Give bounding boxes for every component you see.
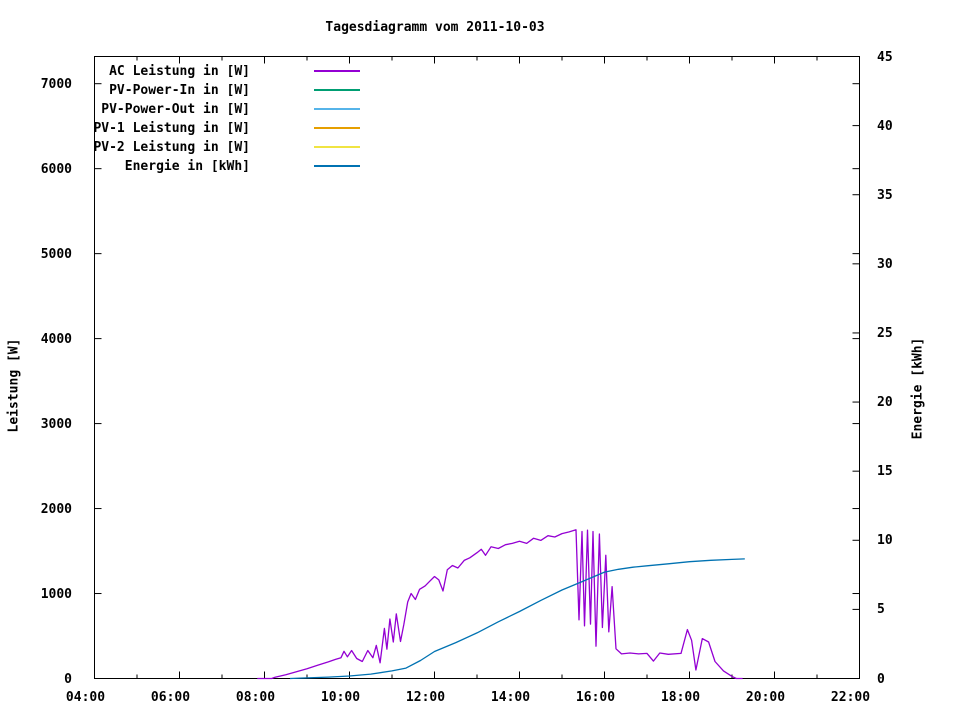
y-right-tick-label: 45 [877,49,893,65]
y-right-tick-label: 30 [877,256,893,272]
x-tick-label: 04:00 [65,690,106,705]
x-tick-label: 18:00 [660,690,701,705]
chart-canvas: Tagesdiagramm vom 2011-10-03 Leistung [W… [0,0,960,720]
y-right-tick-label: 5 [877,602,885,618]
x-tick-label: 14:00 [490,690,531,705]
y-left-tick-label: 7000 [40,76,72,92]
series-energie-in-kwh [289,558,745,680]
legend-item: PV-Power-Out in [W] [0,102,960,121]
y-axis-label-right: Energie [kWh] [910,337,926,440]
x-tick-label: 10:00 [320,690,361,705]
x-tick-label: 22:00 [830,690,871,705]
legend-label: PV-2 Leistung in [W] [93,140,250,155]
y-left-tick-label: 6000 [40,161,72,177]
legend-item: AC Leistung in [W] [0,64,960,83]
x-tick-label: 20:00 [745,690,786,705]
legend-swatch-3-icon [314,108,360,110]
series-ac-leistung-in-w [257,529,743,680]
y-right-tick-label: 20 [877,395,893,411]
legend-item: PV-1 Leistung in [W] [0,121,960,140]
y-left-tick-label: 2000 [40,501,72,517]
y-right-tick-label: 0 [877,671,885,687]
legend-item: PV-2 Leistung in [W] [0,140,960,159]
legend-swatch-6-icon [314,165,360,167]
x-tick-label: 16:00 [575,690,616,705]
y-right-tick-label: 15 [877,464,893,480]
legend-swatch-5-icon [314,146,360,148]
y-right-tick-label: 35 [877,187,893,203]
y-right-tick-label: 25 [877,325,893,341]
chart-title: Tagesdiagramm vom 2011-10-03 [325,20,545,35]
legend-item: PV-Power-In in [W] [0,83,960,102]
y-left-tick-label: 5000 [40,246,72,262]
legend-swatch-1-icon [314,70,360,72]
y-left-tick-label: 1000 [40,586,72,602]
x-tick-label: 06:00 [150,690,191,705]
y-left-tick-label: 4000 [40,331,72,347]
y-right-tick-label: 40 [877,118,893,134]
x-tick-label: 08:00 [235,690,276,705]
legend-label: PV-1 Leistung in [W] [93,121,250,136]
y-right-tick-label: 10 [877,533,893,549]
y-left-tick-label: 0 [64,671,72,687]
legend-label: PV-Power-Out in [W] [101,102,250,117]
y-left-tick-label: 3000 [40,416,72,432]
legend-swatch-2-icon [314,89,360,91]
x-tick-label: 12:00 [405,690,446,705]
legend-item: Energie in [kWh] [0,159,960,178]
legend-swatch-4-icon [314,127,360,129]
y-axis-label-left: Leistung [W] [6,338,22,433]
